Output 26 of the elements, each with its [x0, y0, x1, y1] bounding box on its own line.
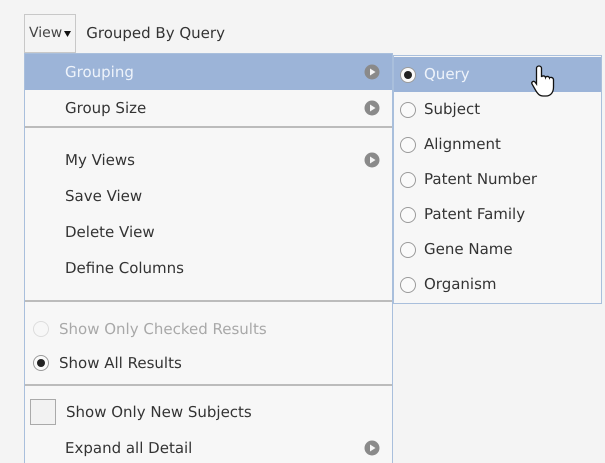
- submenu-item[interactable]: Gene Name: [394, 232, 601, 267]
- radio-button[interactable]: [400, 66, 416, 82]
- submenu-item[interactable]: Organism: [394, 267, 601, 302]
- view-dropdown-button[interactable]: View: [24, 14, 76, 53]
- radio-button[interactable]: [400, 172, 416, 188]
- caret-icon: [64, 30, 72, 36]
- menu-item[interactable]: Save View: [25, 178, 392, 214]
- submenu-item[interactable]: Patent Family: [394, 197, 601, 232]
- menu-item[interactable]: Show Only New Subjects: [25, 394, 392, 430]
- radio-button[interactable]: [400, 276, 416, 292]
- radio-button[interactable]: [33, 355, 49, 371]
- menu-item[interactable]: Define Columns: [25, 250, 392, 286]
- menu-item[interactable]: Group Size: [25, 90, 392, 126]
- radio-button[interactable]: [400, 136, 416, 152]
- menu-item[interactable]: Show All Results: [25, 346, 392, 380]
- submenu-item[interactable]: Alignment: [394, 127, 601, 162]
- checkbox[interactable]: [30, 399, 56, 425]
- menu-item[interactable]: Delete View: [25, 214, 392, 250]
- menu-item[interactable]: Expand all Detail: [25, 430, 392, 463]
- grouping-status: Grouped By Query: [86, 23, 225, 44]
- menu-item[interactable]: My Views: [25, 142, 392, 178]
- radio-button[interactable]: [400, 102, 416, 118]
- submenu-item[interactable]: Subject: [394, 92, 601, 127]
- radio-button[interactable]: [400, 242, 416, 258]
- radio-button[interactable]: [400, 206, 416, 222]
- submenu-item[interactable]: Patent Number: [394, 162, 601, 197]
